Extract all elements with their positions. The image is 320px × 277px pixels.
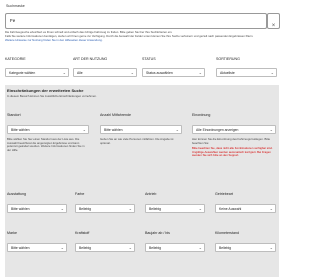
category-select[interactable]: Kategorie wählen ⌄ xyxy=(5,68,69,77)
label-fuel: Kraftstoff xyxy=(75,231,90,235)
panel-title: Einschränkungen der erweiterten Suche xyxy=(7,88,84,93)
brand-select[interactable]: Bitte wählen ⌄ xyxy=(7,243,67,252)
label-transmission: Getriebeart xyxy=(215,192,233,196)
chevron-down-icon: ⌄ xyxy=(62,70,66,76)
search-bar[interactable]: Fe xyxy=(5,13,267,29)
chevron-down-icon: ⌄ xyxy=(270,70,274,76)
chevron-down-icon: ⌄ xyxy=(198,70,202,76)
label-location: Standort xyxy=(7,113,21,117)
label-drive: Antrieb xyxy=(145,192,157,196)
chevron-down-icon: ⌄ xyxy=(128,245,132,251)
chevron-down-icon: ⌄ xyxy=(269,245,273,251)
page-title: Suchmaske xyxy=(6,4,25,8)
sort-select[interactable]: Aktuellste ⌄ xyxy=(216,68,277,77)
panel-subtitle: In diesem Bereich können Sie zusätzliche… xyxy=(7,94,97,98)
label-year: Baujahr ab / bis xyxy=(145,231,170,235)
classification-help-text: Hier können Sie die Einordnung des Fahrz… xyxy=(192,137,271,145)
chevron-down-icon: ⌄ xyxy=(128,206,132,212)
filter-label-status: STATUS xyxy=(142,57,156,61)
chevron-down-icon: ⌄ xyxy=(269,127,273,133)
fuel-select[interactable]: Beliebig ⌄ xyxy=(75,243,135,252)
status-select[interactable]: Status auswählen ⌄ xyxy=(142,68,205,77)
classification-warning-text: Bitte beachten Sie, dass nicht alle Komb… xyxy=(192,146,273,158)
intro-line-3[interactable]: Weitere Hinweise zur Nutzung finden Sie … xyxy=(5,39,205,43)
label-brand: Marke xyxy=(7,231,17,235)
color-select[interactable]: Beliebig ⌄ xyxy=(75,204,135,213)
transmission-select[interactable]: Keine Auswahl ⌄ xyxy=(215,204,276,213)
classification-select[interactable]: Alle Einordnungen anzeigen ⌄ xyxy=(192,125,276,134)
chevron-down-icon: ⌄ xyxy=(60,245,64,251)
label-equipment: Ausstattung xyxy=(7,192,26,196)
passengers-help-text: Geben Sie an wie viele Personen mitfahre… xyxy=(100,137,174,145)
chevron-down-icon: ⌄ xyxy=(198,206,202,212)
chevron-down-icon: ⌄ xyxy=(130,70,134,76)
advanced-search-panel: Einschränkungen der erweiterten Suche In… xyxy=(5,85,279,277)
close-icon: × xyxy=(271,23,276,29)
filter-label-usage: ART DER NUTZUNG xyxy=(73,57,108,61)
equipment-select[interactable]: Bitte wählen ⌄ xyxy=(7,204,67,213)
label-mileage: Kilometerstand xyxy=(215,231,239,235)
filter-label-sort: SORTIERUNG xyxy=(216,57,240,61)
chevron-down-icon: ⌄ xyxy=(198,245,202,251)
location-select[interactable]: Bitte wählen ⌄ xyxy=(7,125,89,134)
chevron-down-icon: ⌄ xyxy=(269,206,273,212)
label-color: Farbe xyxy=(75,192,85,196)
usage-select[interactable]: Alle ⌄ xyxy=(73,68,137,77)
chevron-down-icon: ⌄ xyxy=(82,127,86,133)
search-input[interactable]: Fe xyxy=(10,18,15,23)
chevron-down-icon: ⌄ xyxy=(175,127,179,133)
label-classification: Einordnung xyxy=(192,113,211,117)
app-header: Suchmaske xyxy=(0,0,283,12)
mileage-select[interactable]: Beliebig ⌄ xyxy=(215,243,276,252)
chevron-down-icon: ⌄ xyxy=(60,206,64,212)
year-select[interactable]: Beliebig ⌄ xyxy=(145,243,205,252)
label-passengers: Anzahl Mitfahrende xyxy=(100,113,131,117)
clear-search-button[interactable]: × xyxy=(267,13,280,29)
passengers-select[interactable]: Bitte wählen ⌄ xyxy=(100,125,182,134)
drive-select[interactable]: Beliebig ⌄ xyxy=(145,204,205,213)
location-help-text: Bitte wählen Sie hier einen Standort aus… xyxy=(7,137,85,152)
filter-label-category: KATEGORIE xyxy=(5,57,26,61)
